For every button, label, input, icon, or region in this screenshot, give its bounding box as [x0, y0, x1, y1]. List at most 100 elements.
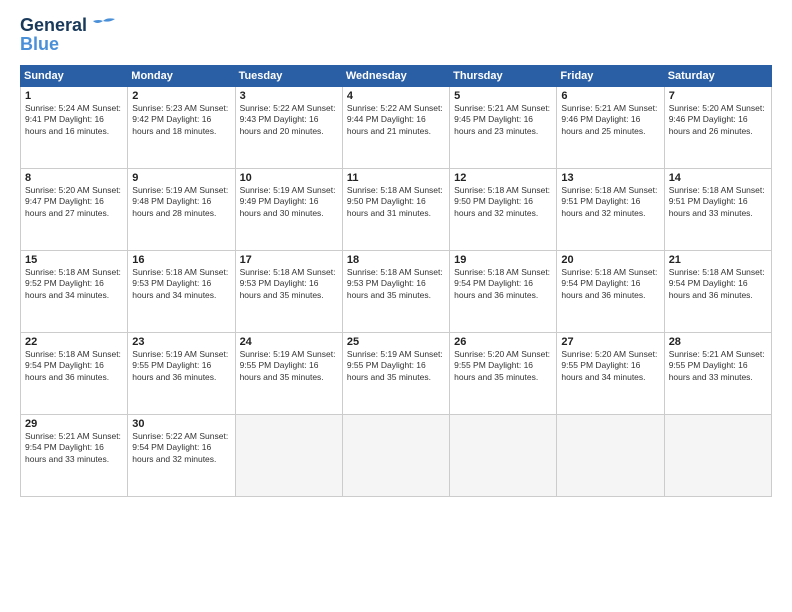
- day-info: Sunrise: 5:21 AM Sunset: 9:54 PM Dayligh…: [25, 431, 123, 465]
- day-cell-29: 29Sunrise: 5:21 AM Sunset: 9:54 PM Dayli…: [21, 414, 128, 496]
- day-number: 25: [347, 336, 445, 348]
- calendar-week-5: 29Sunrise: 5:21 AM Sunset: 9:54 PM Dayli…: [21, 414, 772, 496]
- day-cell-20: 20Sunrise: 5:18 AM Sunset: 9:54 PM Dayli…: [557, 250, 664, 332]
- day-info: Sunrise: 5:19 AM Sunset: 9:49 PM Dayligh…: [240, 185, 338, 219]
- day-cell-28: 28Sunrise: 5:21 AM Sunset: 9:55 PM Dayli…: [664, 332, 771, 414]
- day-info: Sunrise: 5:22 AM Sunset: 9:43 PM Dayligh…: [240, 103, 338, 137]
- day-info: Sunrise: 5:18 AM Sunset: 9:51 PM Dayligh…: [561, 185, 659, 219]
- day-cell-27: 27Sunrise: 5:20 AM Sunset: 9:55 PM Dayli…: [557, 332, 664, 414]
- day-number: 19: [454, 254, 552, 266]
- day-cell-1: 1Sunrise: 5:24 AM Sunset: 9:41 PM Daylig…: [21, 86, 128, 168]
- day-info: Sunrise: 5:18 AM Sunset: 9:53 PM Dayligh…: [240, 267, 338, 301]
- day-number: 27: [561, 336, 659, 348]
- day-cell-2: 2Sunrise: 5:23 AM Sunset: 9:42 PM Daylig…: [128, 86, 235, 168]
- day-info: Sunrise: 5:18 AM Sunset: 9:54 PM Dayligh…: [561, 267, 659, 301]
- day-info: Sunrise: 5:21 AM Sunset: 9:45 PM Dayligh…: [454, 103, 552, 137]
- day-cell-17: 17Sunrise: 5:18 AM Sunset: 9:53 PM Dayli…: [235, 250, 342, 332]
- weekday-header-friday: Friday: [557, 65, 664, 86]
- day-cell-15: 15Sunrise: 5:18 AM Sunset: 9:52 PM Dayli…: [21, 250, 128, 332]
- day-number: 18: [347, 254, 445, 266]
- day-number: 12: [454, 172, 552, 184]
- day-info: Sunrise: 5:20 AM Sunset: 9:46 PM Dayligh…: [669, 103, 767, 137]
- day-info: Sunrise: 5:19 AM Sunset: 9:48 PM Dayligh…: [132, 185, 230, 219]
- day-number: 30: [132, 418, 230, 430]
- day-info: Sunrise: 5:18 AM Sunset: 9:54 PM Dayligh…: [669, 267, 767, 301]
- day-cell-18: 18Sunrise: 5:18 AM Sunset: 9:53 PM Dayli…: [342, 250, 449, 332]
- day-number: 6: [561, 90, 659, 102]
- day-number: 13: [561, 172, 659, 184]
- day-info: Sunrise: 5:19 AM Sunset: 9:55 PM Dayligh…: [347, 349, 445, 383]
- day-number: 9: [132, 172, 230, 184]
- page: General Blue SundayMondayTuesdayWednesda…: [0, 0, 792, 612]
- day-number: 10: [240, 172, 338, 184]
- weekday-header-tuesday: Tuesday: [235, 65, 342, 86]
- day-number: 26: [454, 336, 552, 348]
- weekday-header-wednesday: Wednesday: [342, 65, 449, 86]
- day-cell-25: 25Sunrise: 5:19 AM Sunset: 9:55 PM Dayli…: [342, 332, 449, 414]
- day-number: 1: [25, 90, 123, 102]
- weekday-header-row: SundayMondayTuesdayWednesdayThursdayFrid…: [21, 65, 772, 86]
- day-number: 7: [669, 90, 767, 102]
- day-info: Sunrise: 5:23 AM Sunset: 9:42 PM Dayligh…: [132, 103, 230, 137]
- day-cell-26: 26Sunrise: 5:20 AM Sunset: 9:55 PM Dayli…: [450, 332, 557, 414]
- day-number: 22: [25, 336, 123, 348]
- day-number: 24: [240, 336, 338, 348]
- day-info: Sunrise: 5:18 AM Sunset: 9:54 PM Dayligh…: [454, 267, 552, 301]
- day-info: Sunrise: 5:20 AM Sunset: 9:55 PM Dayligh…: [561, 349, 659, 383]
- day-info: Sunrise: 5:22 AM Sunset: 9:54 PM Dayligh…: [132, 431, 230, 465]
- day-info: Sunrise: 5:21 AM Sunset: 9:46 PM Dayligh…: [561, 103, 659, 137]
- day-cell-5: 5Sunrise: 5:21 AM Sunset: 9:45 PM Daylig…: [450, 86, 557, 168]
- day-info: Sunrise: 5:18 AM Sunset: 9:54 PM Dayligh…: [25, 349, 123, 383]
- day-number: 16: [132, 254, 230, 266]
- day-number: 4: [347, 90, 445, 102]
- calendar-table: SundayMondayTuesdayWednesdayThursdayFrid…: [20, 65, 772, 497]
- day-info: Sunrise: 5:18 AM Sunset: 9:53 PM Dayligh…: [132, 267, 230, 301]
- day-cell-19: 19Sunrise: 5:18 AM Sunset: 9:54 PM Dayli…: [450, 250, 557, 332]
- day-cell-22: 22Sunrise: 5:18 AM Sunset: 9:54 PM Dayli…: [21, 332, 128, 414]
- weekday-header-sunday: Sunday: [21, 65, 128, 86]
- day-info: Sunrise: 5:19 AM Sunset: 9:55 PM Dayligh…: [240, 349, 338, 383]
- day-number: 17: [240, 254, 338, 266]
- day-cell-3: 3Sunrise: 5:22 AM Sunset: 9:43 PM Daylig…: [235, 86, 342, 168]
- day-info: Sunrise: 5:18 AM Sunset: 9:52 PM Dayligh…: [25, 267, 123, 301]
- day-info: Sunrise: 5:22 AM Sunset: 9:44 PM Dayligh…: [347, 103, 445, 137]
- day-info: Sunrise: 5:24 AM Sunset: 9:41 PM Dayligh…: [25, 103, 123, 137]
- day-cell-11: 11Sunrise: 5:18 AM Sunset: 9:50 PM Dayli…: [342, 168, 449, 250]
- day-number: 5: [454, 90, 552, 102]
- day-cell-16: 16Sunrise: 5:18 AM Sunset: 9:53 PM Dayli…: [128, 250, 235, 332]
- header: General Blue: [20, 16, 772, 55]
- day-number: 11: [347, 172, 445, 184]
- day-number: 20: [561, 254, 659, 266]
- logo: General Blue: [20, 16, 117, 55]
- day-cell-14: 14Sunrise: 5:18 AM Sunset: 9:51 PM Dayli…: [664, 168, 771, 250]
- day-info: Sunrise: 5:18 AM Sunset: 9:50 PM Dayligh…: [347, 185, 445, 219]
- day-cell-30: 30Sunrise: 5:22 AM Sunset: 9:54 PM Dayli…: [128, 414, 235, 496]
- day-info: Sunrise: 5:18 AM Sunset: 9:53 PM Dayligh…: [347, 267, 445, 301]
- day-cell-6: 6Sunrise: 5:21 AM Sunset: 9:46 PM Daylig…: [557, 86, 664, 168]
- day-cell-12: 12Sunrise: 5:18 AM Sunset: 9:50 PM Dayli…: [450, 168, 557, 250]
- day-number: 21: [669, 254, 767, 266]
- day-info: Sunrise: 5:20 AM Sunset: 9:47 PM Dayligh…: [25, 185, 123, 219]
- day-cell-8: 8Sunrise: 5:20 AM Sunset: 9:47 PM Daylig…: [21, 168, 128, 250]
- day-number: 23: [132, 336, 230, 348]
- weekday-header-thursday: Thursday: [450, 65, 557, 86]
- day-cell-24: 24Sunrise: 5:19 AM Sunset: 9:55 PM Dayli…: [235, 332, 342, 414]
- calendar-week-2: 8Sunrise: 5:20 AM Sunset: 9:47 PM Daylig…: [21, 168, 772, 250]
- empty-cell: [450, 414, 557, 496]
- calendar-week-4: 22Sunrise: 5:18 AM Sunset: 9:54 PM Dayli…: [21, 332, 772, 414]
- day-cell-21: 21Sunrise: 5:18 AM Sunset: 9:54 PM Dayli…: [664, 250, 771, 332]
- empty-cell: [342, 414, 449, 496]
- day-info: Sunrise: 5:19 AM Sunset: 9:55 PM Dayligh…: [132, 349, 230, 383]
- day-cell-10: 10Sunrise: 5:19 AM Sunset: 9:49 PM Dayli…: [235, 168, 342, 250]
- day-number: 14: [669, 172, 767, 184]
- day-number: 28: [669, 336, 767, 348]
- day-number: 8: [25, 172, 123, 184]
- day-info: Sunrise: 5:18 AM Sunset: 9:50 PM Dayligh…: [454, 185, 552, 219]
- day-cell-4: 4Sunrise: 5:22 AM Sunset: 9:44 PM Daylig…: [342, 86, 449, 168]
- day-info: Sunrise: 5:20 AM Sunset: 9:55 PM Dayligh…: [454, 349, 552, 383]
- empty-cell: [557, 414, 664, 496]
- logo-blue: Blue: [20, 34, 59, 55]
- weekday-header-monday: Monday: [128, 65, 235, 86]
- day-number: 2: [132, 90, 230, 102]
- day-info: Sunrise: 5:18 AM Sunset: 9:51 PM Dayligh…: [669, 185, 767, 219]
